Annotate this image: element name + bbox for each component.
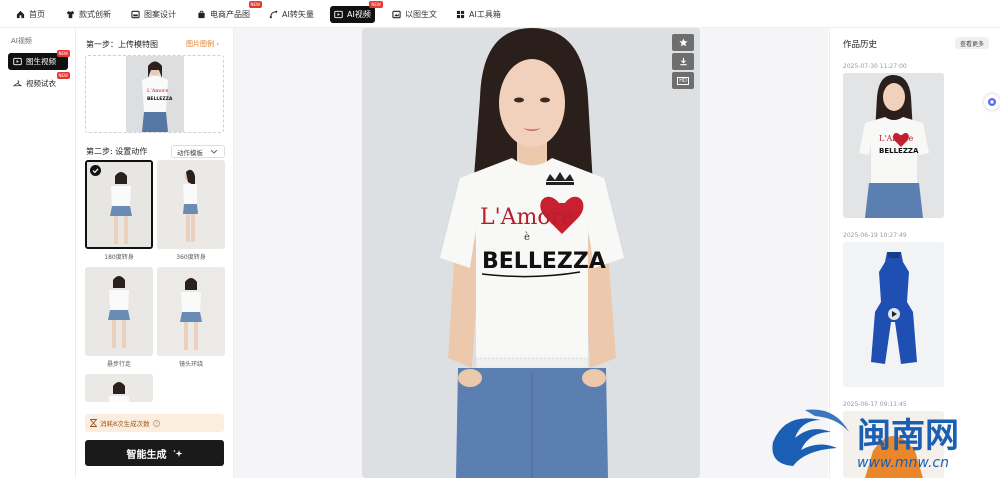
motion-preview-image <box>157 267 225 356</box>
motion-label: 360度转身 <box>176 254 206 261</box>
nav-label: AI转矢量 <box>282 10 314 19</box>
new-badge: NEW <box>248 1 262 8</box>
shirt-text-e: è <box>524 232 530 243</box>
favorite-button[interactable] <box>672 34 694 51</box>
nav-pattern-design[interactable]: 图案设计 <box>127 6 180 23</box>
hd-button[interactable]: HD <box>672 72 694 89</box>
nav-ai-toolbox[interactable]: AI工具箱 <box>452 6 505 23</box>
preview-image: L'Amore è BELLEZZA <box>362 28 700 478</box>
sparkle-icon <box>173 449 182 457</box>
hourglass-icon <box>90 419 97 427</box>
nav-label: 以图生文 <box>405 10 437 19</box>
floating-assistant-button[interactable] <box>984 94 1000 110</box>
history-title: 作品历史 <box>843 40 878 50</box>
tshirt-icon <box>66 10 75 19</box>
step2-title: 第二步: 设置动作 <box>86 147 148 156</box>
nav-label: 图案设计 <box>144 10 176 19</box>
history-date: 2025-07-30 11:27:00 <box>843 63 907 70</box>
motion-option-orbit[interactable] <box>157 267 225 356</box>
history-item[interactable] <box>843 242 944 387</box>
model-photo: L'Amore è BELLEZZA <box>362 28 700 478</box>
star-icon <box>678 38 688 47</box>
image-icon <box>131 10 140 19</box>
svg-text:L'Amore: L'Amore <box>147 88 168 94</box>
nav-ecommerce-image[interactable]: 电商产品图 NEW <box>193 1 262 23</box>
nav-home[interactable]: 首页 <box>12 6 49 23</box>
cost-text: 消耗8次生成次数 <box>100 420 150 428</box>
new-badge: NEW <box>369 1 383 8</box>
hanger-icon <box>13 80 22 87</box>
download-icon <box>679 57 687 66</box>
svg-text:BELLEZZA: BELLEZZA <box>147 96 173 102</box>
history-date: 2025-06-19 10:27:49 <box>843 232 907 239</box>
image-text-icon <box>392 10 401 19</box>
nav-label: AI工具箱 <box>469 10 501 19</box>
motion-preview-image <box>157 160 225 249</box>
motion-option-more[interactable] <box>85 374 153 402</box>
image-example-link[interactable]: 图片图例 › <box>186 39 219 49</box>
shirt-text-amore: L'Amore <box>480 205 574 230</box>
cost-notice: 消耗8次生成次数 ? <box>85 414 224 432</box>
sidebar-item-label: 视频试衣 <box>26 79 56 88</box>
sidebar-item-image-to-video[interactable]: 图生视频 NEW <box>8 50 70 70</box>
help-icon[interactable]: ? <box>152 419 160 427</box>
nav-label: 款式创新 <box>79 10 111 19</box>
watermark-url: www.mnw.cn <box>857 455 949 471</box>
sidebar-item-video-tryon[interactable]: 视频试衣 NEW <box>8 72 70 92</box>
shirt-text-bellezza: BELLEZZA <box>482 249 606 274</box>
nav-label: 电商产品图 <box>210 10 250 19</box>
nav-image-to-text[interactable]: 以图生文 <box>388 6 441 23</box>
motion-preview-image <box>85 374 153 402</box>
motion-label: 镜头环绕 <box>178 361 203 368</box>
see-more-button[interactable]: 查看更多 <box>955 37 989 49</box>
select-value: 动作模板 <box>177 148 203 157</box>
motion-option-180[interactable] <box>85 160 153 249</box>
motion-label: 悬步行走 <box>106 361 131 368</box>
upload-area[interactable]: L'Amore BELLEZZA <box>85 55 224 133</box>
toolbox-icon <box>456 10 465 19</box>
svg-text:BELLEZZA: BELLEZZA <box>879 147 919 155</box>
new-badge: NEW <box>56 50 70 57</box>
nav-ai-vector[interactable]: AI转矢量 <box>265 6 318 23</box>
generate-label: 智能生成 <box>126 449 167 461</box>
home-icon <box>16 10 25 19</box>
history-item[interactable]: L'Amore BELLEZZA <box>843 73 944 218</box>
motion-label: 180度转身 <box>104 254 134 261</box>
motion-template-select[interactable]: 动作模板 <box>171 145 225 158</box>
nav-style-innovation[interactable]: 款式创新 <box>62 6 115 23</box>
check-icon <box>90 165 101 176</box>
sidebar-title: AI视频 <box>11 37 32 45</box>
bag-icon <box>198 10 205 19</box>
generate-button[interactable]: 智能生成 <box>85 440 224 466</box>
motion-preview-image <box>85 267 153 356</box>
new-badge: NEW <box>56 72 70 79</box>
site-watermark: 闽南网 www.mnw.cn <box>765 402 1000 480</box>
assistant-icon <box>988 98 996 106</box>
top-navigation: 首页 款式创新 图案设计 电商产品图 NEW AI转矢量 AI视频 NEW 以图… <box>0 0 1000 28</box>
uploaded-model-image: L'Amore BELLEZZA <box>126 56 184 132</box>
video-icon <box>13 57 22 66</box>
preview-canvas: L'Amore è BELLEZZA HD <box>234 28 828 478</box>
settings-panel: 第一步：上传模特图 图片图例 › L'Amore BELLEZZA 第二步: 设… <box>76 28 234 478</box>
nav-ai-video[interactable]: AI视频 NEW <box>330 1 383 23</box>
svg-text:L'Amore: L'Amore <box>879 134 914 143</box>
chevron-down-icon <box>211 149 217 154</box>
history-thumbnail <box>843 242 944 387</box>
step1-title: 第一步：上传模特图 <box>86 40 158 49</box>
motion-option-360[interactable] <box>157 160 225 249</box>
history-thumbnail: L'Amore BELLEZZA <box>843 73 944 218</box>
download-button[interactable] <box>672 53 694 70</box>
watermark-logo: 闽南网 www.mnw.cn <box>772 409 959 471</box>
video-icon <box>334 10 343 19</box>
watermark-text: 闽南网 <box>857 416 959 456</box>
left-sidebar: AI视频 图生视频 NEW 视频试衣 NEW <box>0 28 76 478</box>
sidebar-item-label: 图生视频 <box>26 57 56 66</box>
nav-label: AI视频 <box>347 10 371 19</box>
hd-icon: HD <box>677 76 689 85</box>
motion-option-walk[interactable] <box>85 267 153 356</box>
nav-label: 首页 <box>29 10 45 19</box>
vector-icon <box>269 10 278 19</box>
